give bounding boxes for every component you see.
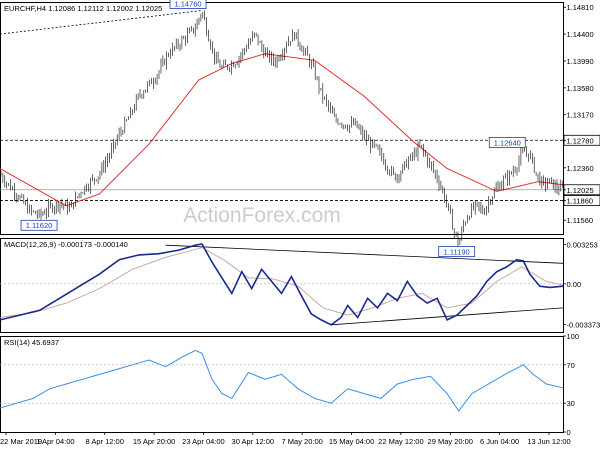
rsi-axis-label: 70: [567, 361, 575, 370]
price-axis-label: 1.12025: [567, 186, 594, 195]
date-axis-label: 13 Jun 12:00: [527, 437, 570, 446]
price-axis-label: 1.13170: [567, 111, 594, 120]
price-axis-label: 1.14400: [567, 30, 594, 39]
price-axis-label: 1.13580: [567, 84, 594, 93]
price-axis-label: 1.13990: [567, 57, 594, 66]
price-annotation-label: 1.11190: [444, 247, 470, 256]
date-axis-label: 7 May 20:00: [282, 437, 323, 446]
date-axis-label: 30 Apr 12:00: [232, 437, 275, 446]
macd-axis-label: -0.003373: [567, 320, 600, 329]
macd-axis-label: 0.00: [567, 280, 582, 289]
price-axis-label: 1.11560: [567, 216, 594, 225]
pane-frame-3: [0, 336, 564, 433]
macd-pane-title: MACD(12,26,9) -0.000173 -0.000140: [4, 240, 128, 249]
price-annotation-label: 1.12640: [494, 138, 521, 147]
date-axis-label: 15 May 04:00: [329, 437, 374, 446]
rsi-pane-title: RSI(14) 45.6937: [4, 338, 59, 347]
date-axis-label: 23 Apr 04:00: [182, 437, 225, 446]
chart-stage: ActionForex.com 1.14760 1.12640 1.11620 1.11…: [0, 0, 600, 450]
date-axis-label: 1 Apr 04:00: [36, 437, 74, 446]
date-axis-label: 8 Apr 12:00: [86, 437, 124, 446]
chart-canvas: ActionForex.com 1.14760 1.12640 1.11620 1.11…: [0, 0, 600, 446]
rsi-axis-label: 30: [567, 399, 575, 408]
price-annotation-label: 1.14760: [174, 0, 201, 8]
date-axis-label: 29 May 20:00: [428, 437, 473, 446]
date-axis-label: 15 Apr 20:00: [133, 437, 176, 446]
macd-axis-label: 0.003253: [567, 241, 598, 250]
pane-frame-2: [0, 238, 564, 333]
price-annotation-label: 1.11620: [26, 221, 53, 230]
date-axis-label: 6 Jun 04:00: [480, 437, 519, 446]
watermark-text: ActionForex.com: [183, 204, 341, 227]
price-axis-label: 1.14810: [567, 3, 594, 12]
date-axis-label: 22 May 12:00: [378, 437, 423, 446]
price-axis-label: 1.12780: [567, 136, 594, 145]
rsi-axis-label: 100: [567, 332, 580, 341]
rsi-axis-label: 0: [567, 428, 571, 437]
pane-frame-1: [0, 2, 564, 235]
price-axis-label: 1.12360: [567, 164, 594, 173]
price-pane-title: EURCHF,H4 1.12086 1.12112 1.12002 1.1202…: [4, 4, 162, 13]
price-axis-label: 1.11860: [567, 197, 594, 206]
